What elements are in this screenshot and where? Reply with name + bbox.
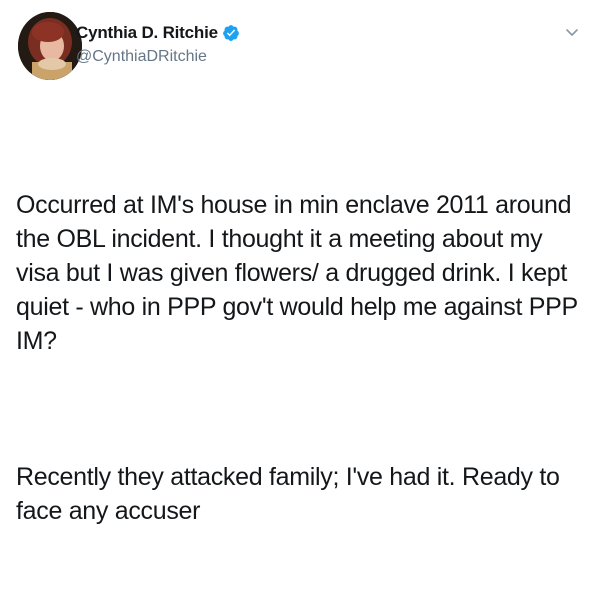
avatar[interactable]: [18, 12, 82, 80]
tweet-paragraph: Occurred at IM's house in min enclave 20…: [16, 191, 585, 355]
user-names: Cynthia D. Ritchie @CynthiaDRitchie: [76, 20, 240, 66]
display-name[interactable]: Cynthia D. Ritchie: [76, 23, 218, 43]
verified-badge-icon: [222, 24, 240, 42]
avatar-image: [18, 12, 82, 80]
tweet-paragraph: Recently they attacked family; I've had …: [16, 463, 567, 525]
user-handle[interactable]: @CynthiaDRitchie: [76, 48, 240, 66]
tweet-header: Cynthia D. Ritchie @CynthiaDRitchie: [14, 12, 586, 92]
tweet-card: Cynthia D. Ritchie @CynthiaDRitchie Occu…: [0, 0, 600, 525]
chevron-down-icon[interactable]: [562, 26, 582, 40]
display-name-row: Cynthia D. Ritchie: [76, 20, 240, 46]
tweet-text: Occurred at IM's house in min enclave 20…: [16, 120, 588, 596]
